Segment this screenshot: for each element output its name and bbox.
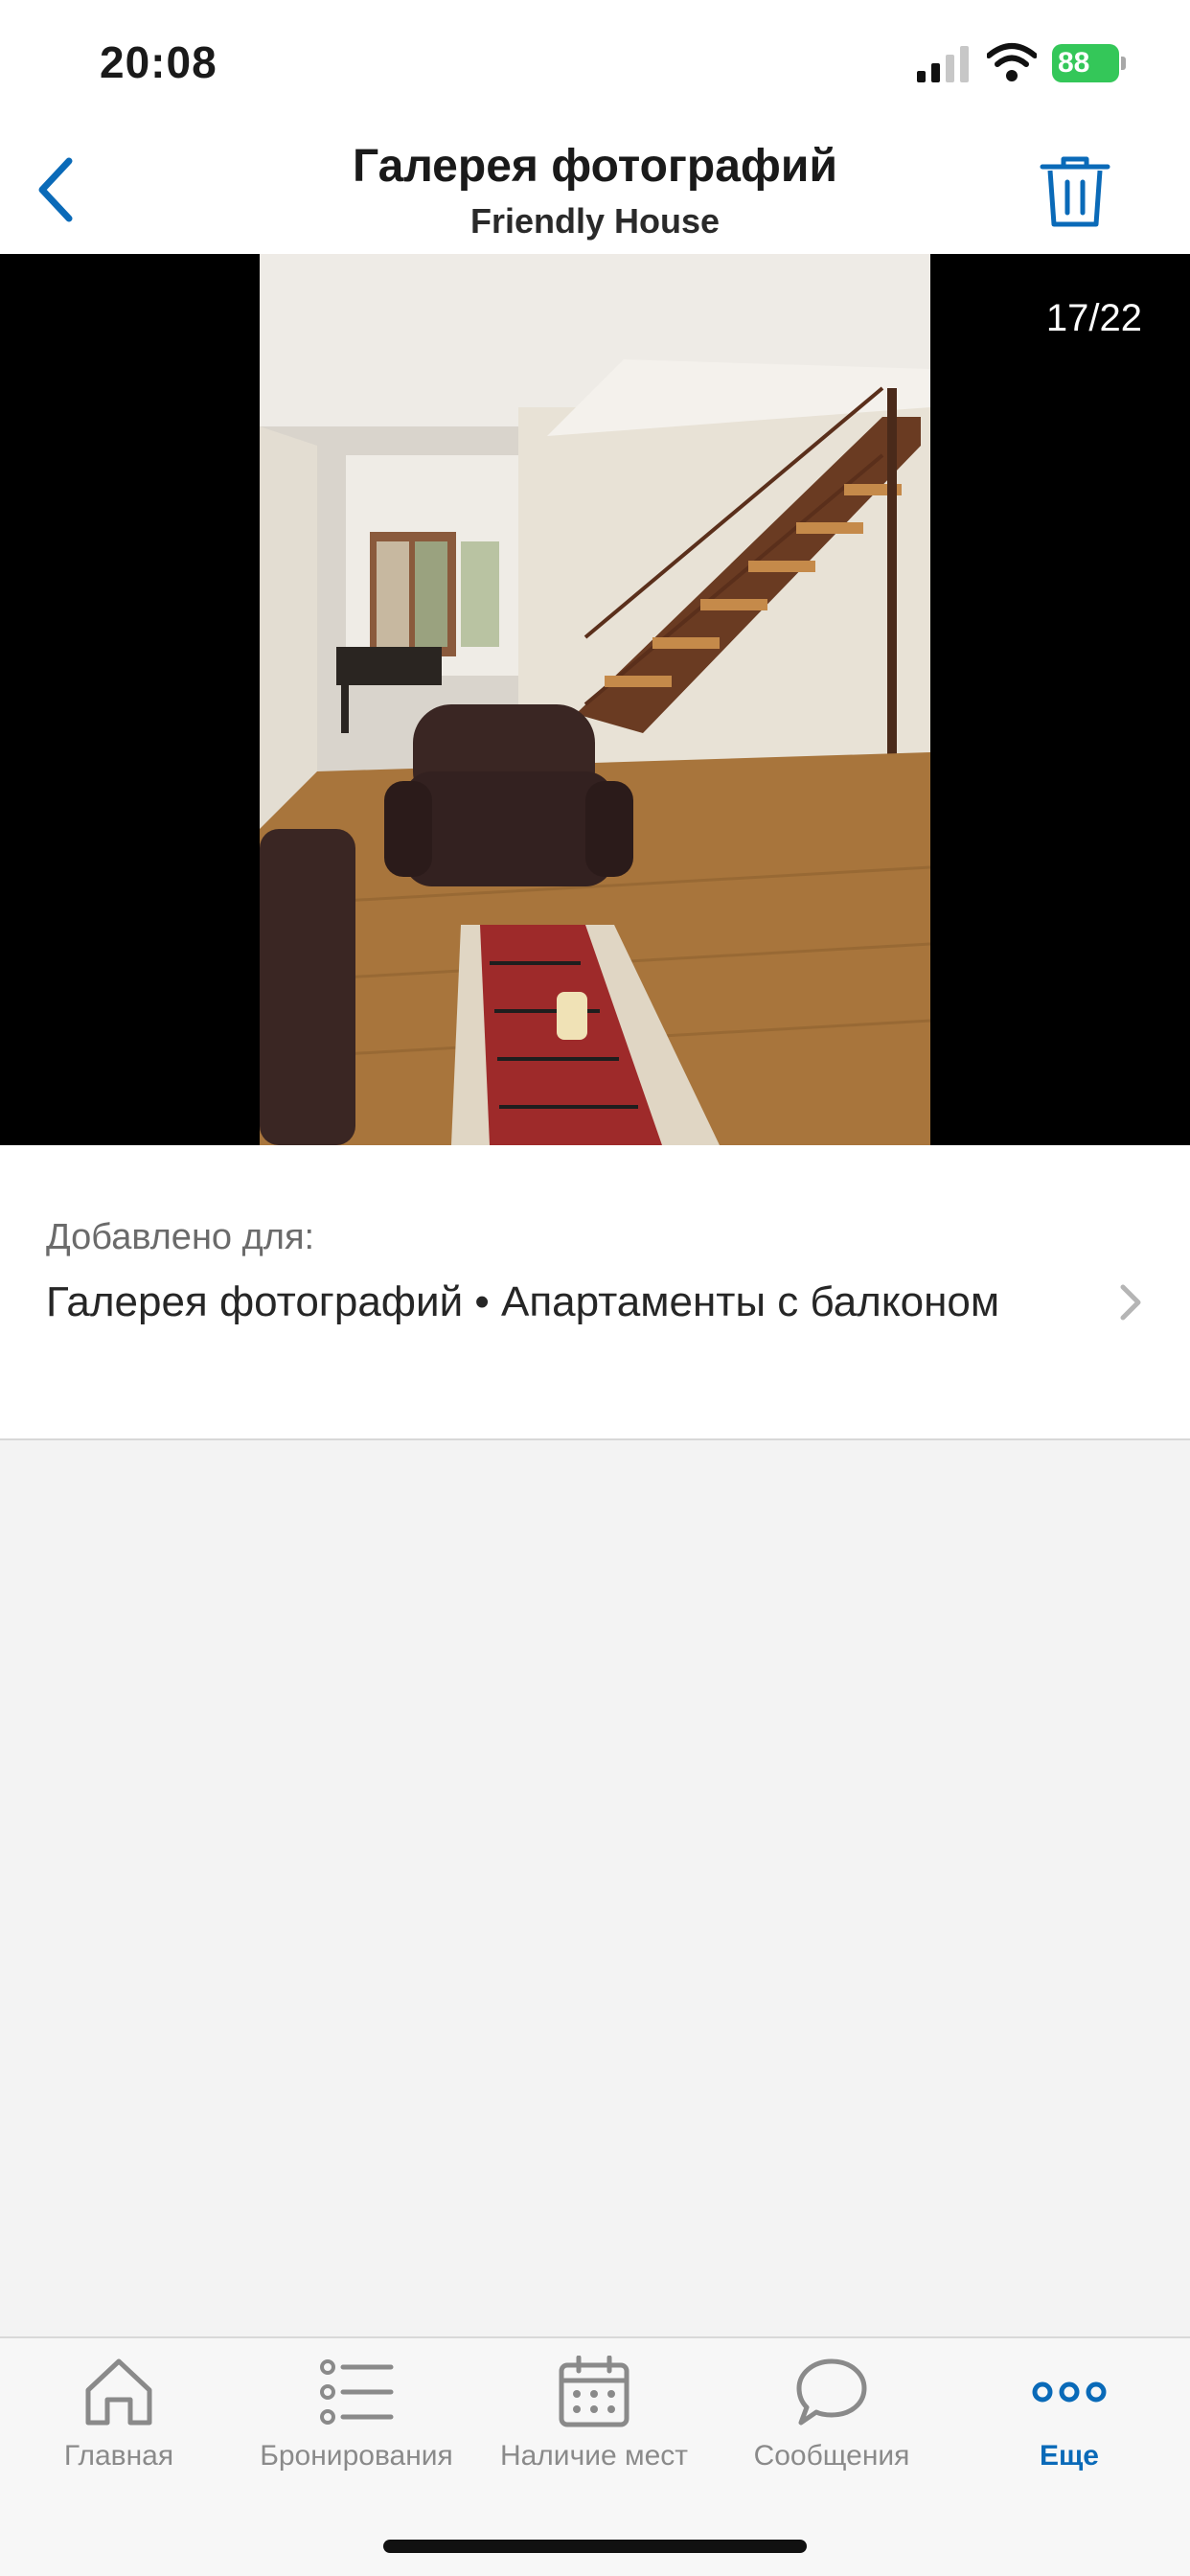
added-for-label: Добавлено для:	[46, 1217, 315, 1257]
more-icon	[1032, 2381, 1107, 2403]
tab-messages[interactable]: Сообщения	[713, 2356, 950, 2490]
tab-bookings-label: Бронирования	[260, 2440, 453, 2472]
chat-bubble-icon	[796, 2358, 867, 2426]
chevron-right-icon	[1120, 1284, 1141, 1321]
battery-level: 88	[1052, 44, 1119, 82]
added-for-row[interactable]: Добавлено для: Галерея фотографий • Апар…	[0, 1145, 1190, 1440]
home-icon	[85, 2358, 152, 2426]
battery-indicator: 88	[1052, 44, 1127, 82]
navigation-bar: Галерея фотографий Friendly House	[0, 125, 1190, 254]
page-subtitle: Friendly House	[469, 201, 721, 241]
status-time: 20:08	[100, 37, 217, 87]
signal-icon	[917, 46, 969, 82]
photo-viewer[interactable]: 17/22	[0, 254, 1190, 1145]
battery-tip	[1121, 57, 1126, 70]
added-for-path: Галерея фотографий • Апартаменты с балко…	[46, 1278, 1000, 1325]
page-title: Галерея фотографий	[353, 141, 837, 192]
photo-counter: 17/22	[1045, 297, 1142, 339]
tab-messages-label: Сообщения	[753, 2440, 910, 2472]
home-indicator[interactable]	[383, 2540, 807, 2553]
wifi-icon	[987, 43, 1037, 81]
tab-home-label: Главная	[63, 2440, 174, 2472]
tab-home[interactable]: Главная	[0, 2356, 238, 2490]
gallery-photo[interactable]	[260, 254, 930, 1145]
tab-more-label: Еще	[1039, 2440, 1099, 2472]
tab-more[interactable]: Еще	[950, 2356, 1188, 2490]
trash-icon[interactable]	[1039, 153, 1111, 230]
calendar-icon	[559, 2356, 629, 2427]
status-bar: 20:08 88	[0, 0, 1190, 125]
tab-availability-label: Наличие мест	[499, 2440, 689, 2472]
tab-bookings[interactable]: Бронирования	[238, 2356, 475, 2490]
tab-availability[interactable]: Наличие мест	[475, 2356, 713, 2490]
list-icon	[320, 2359, 394, 2425]
